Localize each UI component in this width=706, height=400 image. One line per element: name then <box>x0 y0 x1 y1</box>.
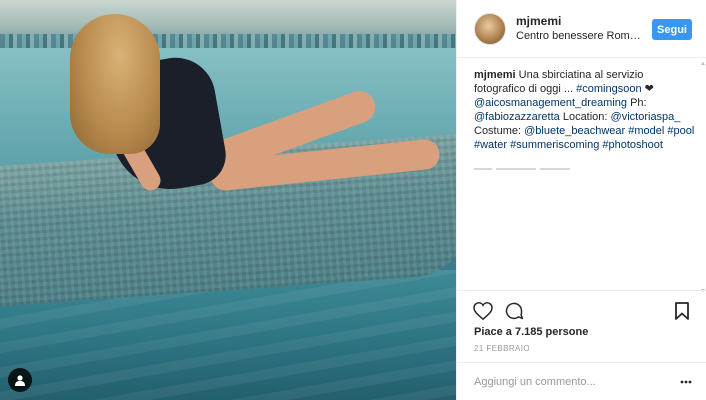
avatar[interactable] <box>474 12 506 45</box>
caption-username[interactable]: mjmemi <box>474 69 516 81</box>
post-username[interactable]: mjmemi <box>516 14 646 29</box>
comments-scrollbar[interactable] <box>701 62 705 292</box>
post-photo[interactable] <box>0 0 456 400</box>
comment-form <box>457 362 706 400</box>
heart-icon[interactable] <box>472 300 494 322</box>
hashtag-link[interactable]: #model <box>628 125 664 137</box>
post-caption: mjmemi Una sbirciatina al servizio fotog… <box>474 68 696 152</box>
post-header: mjmemi Centro benessere Roma ... Segui <box>457 0 706 58</box>
hashtag-link[interactable]: #photoshoot <box>602 139 663 151</box>
caption-location-label: Location: <box>562 111 608 123</box>
mention-link[interactable]: @fabiozazzaretta <box>474 111 560 123</box>
more-comments-faded <box>474 162 696 176</box>
mention-link[interactable]: @bluete_beachwear <box>524 125 625 137</box>
user-tag-icon[interactable] <box>8 368 32 392</box>
comment-icon[interactable] <box>503 300 525 322</box>
caption-costume-label: Costume: <box>474 125 522 137</box>
post-date: 21 FEBBRAIO <box>474 344 530 353</box>
mention-link[interactable]: @victoriaspa_ <box>611 111 681 123</box>
more-options-icon[interactable] <box>679 375 693 389</box>
hashtag-link[interactable]: #water <box>474 139 507 151</box>
comment-input[interactable] <box>474 375 664 388</box>
post-actions <box>457 290 706 330</box>
comments-area: mjmemi Una sbirciatina al servizio fotog… <box>474 68 696 288</box>
hashtag-link[interactable]: #comingsoon <box>576 83 641 95</box>
mention-link[interactable]: @aicosmanagement_dreaming <box>474 97 627 109</box>
likes-count[interactable]: Piace a 7.185 persone <box>474 326 588 338</box>
heart-emoji: ❤ <box>644 83 654 95</box>
follow-button[interactable]: Segui <box>652 19 692 40</box>
post-location[interactable]: Centro benessere Roma ... <box>516 29 646 44</box>
post-sidebar: mjmemi Centro benessere Roma ... Segui m… <box>456 0 706 400</box>
pool-rim <box>0 0 456 48</box>
bookmark-icon[interactable] <box>671 300 693 322</box>
hashtag-link[interactable]: #pool <box>667 125 694 137</box>
caption-ph-label: Ph: <box>630 97 647 109</box>
model-hair <box>70 14 160 154</box>
hashtag-link[interactable]: #summeriscoming <box>510 139 599 151</box>
